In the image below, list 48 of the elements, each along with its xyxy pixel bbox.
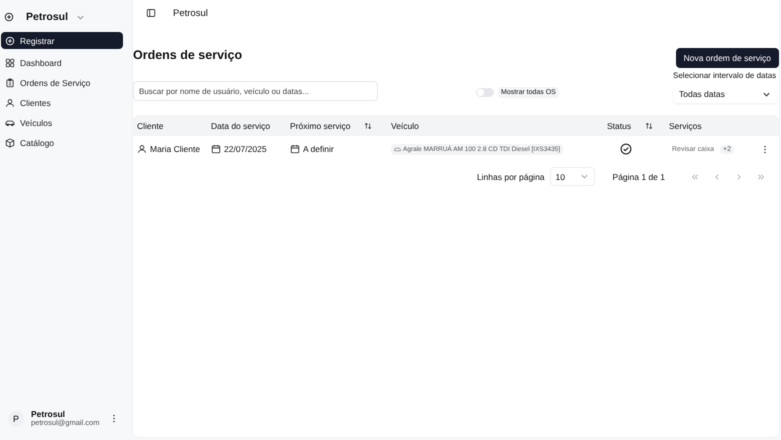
plus-circle-icon (4, 12, 14, 22)
user-name: Petrosul (31, 410, 66, 420)
search-field[interactable]: Buscar por nome de usuário, veículo ou datas... (133, 81, 378, 101)
new-order-button[interactable]: Nova ordem de serviço (676, 48, 779, 68)
person-icon (5, 98, 15, 108)
table-cell: Maria Cliente (150, 144, 200, 154)
calendar-icon (211, 144, 221, 154)
car-icon (5, 118, 15, 128)
sort-icon[interactable] (364, 122, 372, 130)
person-icon (137, 144, 147, 154)
table-cell: A definir (303, 144, 334, 154)
column-header: Veículo (391, 120, 420, 130)
chevron-down-icon (580, 172, 589, 181)
sidebar-toggle-icon[interactable] (146, 8, 156, 18)
page-title: Ordens de serviço (133, 48, 242, 62)
sidebar-item[interactable]: Ordens de Serviço (1, 73, 123, 92)
table-cell: 22/07/2025 (224, 144, 267, 154)
sidebar-item[interactable]: Veículos (1, 113, 123, 132)
column-header: Data do serviço (211, 120, 272, 130)
clipboard-icon (5, 78, 15, 88)
chevron-left-icon (713, 172, 721, 180)
avatar: P (8, 410, 24, 427)
rows-per-page-label: Linhas por página (476, 172, 545, 182)
column-header[interactable]: Próximo serviço (290, 120, 391, 130)
more-icon[interactable] (112, 414, 116, 424)
box-icon (5, 138, 15, 148)
double-chevron-left-icon (691, 172, 699, 180)
more-icon[interactable] (763, 144, 767, 154)
page-indicator: Página 1 de 1 (612, 172, 665, 182)
column-header: Cliente (137, 120, 164, 130)
sidebar-item[interactable]: Clientes (1, 93, 123, 112)
chevron-right-icon (735, 172, 743, 180)
organization-name[interactable]: Petrosul (26, 11, 68, 23)
double-chevron-right-icon (757, 172, 765, 180)
sort-icon[interactable] (645, 122, 654, 130)
car-icon (394, 146, 401, 152)
calendar-icon (290, 144, 300, 154)
column-header: Serviços (669, 120, 703, 130)
date-range-select[interactable]: Todas datas (673, 85, 777, 103)
sidebar-item[interactable]: Registrar (1, 32, 123, 49)
sidebar-item[interactable]: Dashboard (1, 53, 123, 72)
sidebar-item[interactable]: Catálogo (1, 133, 123, 152)
header-title: Petrosul (173, 8, 208, 18)
grid-icon (5, 58, 15, 68)
plus-circle-icon (5, 36, 15, 46)
column-header[interactable]: Status (607, 120, 669, 130)
toggle-switch[interactable] (476, 88, 494, 97)
date-range-label: Selecionar intervalo de datas (673, 71, 777, 80)
